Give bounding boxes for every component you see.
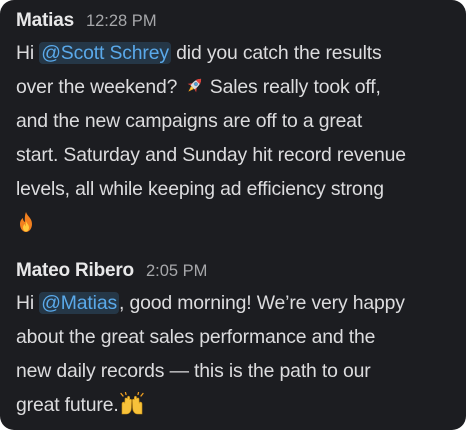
message-line: Hi @Matias, good morning! We’re very hap… bbox=[16, 286, 454, 320]
greeting-text: Hi bbox=[16, 292, 40, 314]
user-mention[interactable]: @Scott Schrey bbox=[39, 42, 171, 64]
message-header: Mateo Ribero 2:05 PM bbox=[16, 256, 454, 286]
message-line: about the great sales performance and th… bbox=[16, 326, 376, 348]
message-text: over the weekend? bbox=[16, 76, 183, 98]
message-text: , good morning! We’re very happy bbox=[119, 292, 405, 314]
message-1: Matias 12:28 PM Hi @Scott Schrey did you… bbox=[16, 6, 454, 240]
message-line: new daily records — this is the path to … bbox=[16, 360, 371, 382]
message-header: Matias 12:28 PM bbox=[16, 6, 454, 36]
raised-hands-icon bbox=[119, 391, 145, 416]
message-line bbox=[16, 206, 454, 240]
message-line: over the weekend? Sales really took off, bbox=[16, 70, 454, 104]
author-name[interactable]: Mateo Ribero bbox=[16, 256, 134, 286]
author-name[interactable]: Matias bbox=[16, 6, 74, 36]
rocket-icon bbox=[183, 75, 205, 97]
message-panel: Matias 12:28 PM Hi @Scott Schrey did you… bbox=[0, 0, 466, 430]
message-line: and the new campaigns are off to a great bbox=[16, 110, 363, 132]
message-text: great future. bbox=[16, 394, 119, 416]
message-body: Hi @Matias, good morning! We’re very hap… bbox=[16, 286, 454, 422]
message-timestamp[interactable]: 12:28 PM bbox=[86, 6, 157, 36]
message-2: Mateo Ribero 2:05 PM Hi @Matias, good mo… bbox=[16, 256, 454, 422]
message-line: start. Saturday and Sunday hit record re… bbox=[16, 144, 406, 166]
message-body: Hi @Scott Schrey did you catch the resul… bbox=[16, 36, 454, 240]
fire-icon bbox=[16, 211, 36, 233]
greeting-text: Hi bbox=[16, 42, 40, 64]
message-timestamp[interactable]: 2:05 PM bbox=[146, 256, 207, 286]
message-line: levels, all while keeping ad efficiency … bbox=[16, 178, 384, 200]
message-text: did you catch the results bbox=[170, 42, 382, 64]
message-text: Sales really took off, bbox=[204, 76, 381, 98]
message-line: Hi @Scott Schrey did you catch the resul… bbox=[16, 36, 454, 70]
user-mention[interactable]: @Matias bbox=[39, 292, 119, 314]
message-line: great future. bbox=[16, 388, 454, 422]
